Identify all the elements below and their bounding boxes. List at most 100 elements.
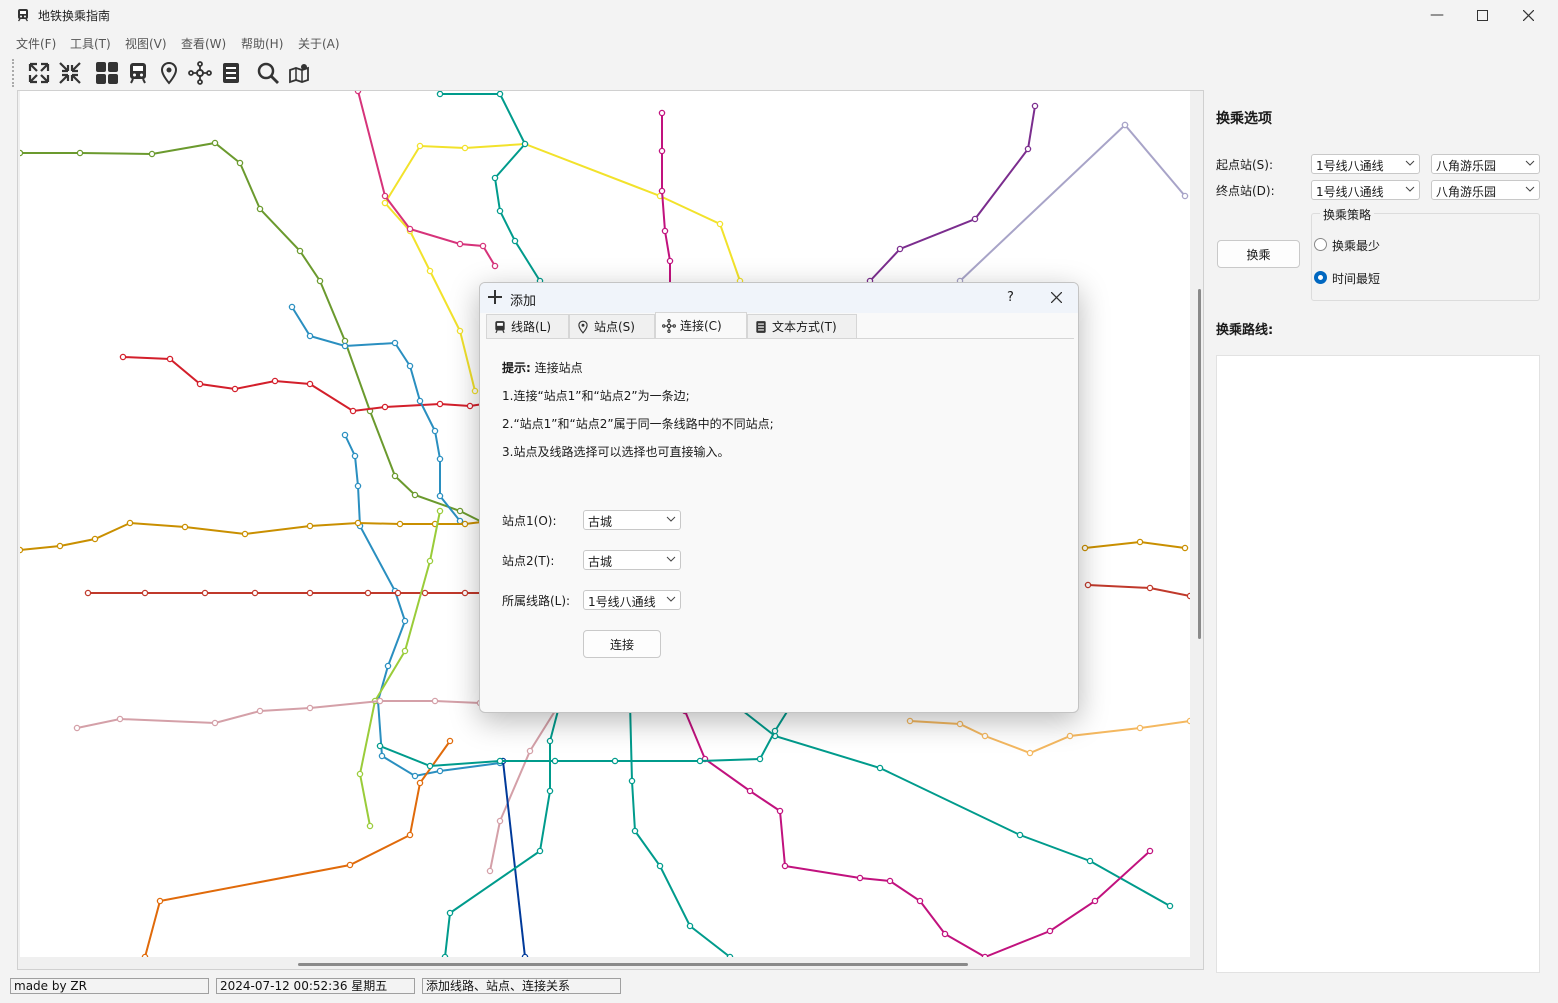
station-marker[interactable] bbox=[436, 400, 444, 408]
station-marker[interactable] bbox=[491, 262, 499, 270]
station-marker[interactable] bbox=[496, 757, 504, 765]
map-horizontal-scrollbar[interactable] bbox=[18, 959, 1194, 967]
zoom-in-button[interactable] bbox=[24, 58, 54, 88]
station-marker[interactable] bbox=[658, 147, 666, 155]
station-marker[interactable] bbox=[456, 517, 464, 525]
station-marker[interactable] bbox=[181, 523, 189, 531]
station-marker[interactable] bbox=[886, 877, 894, 885]
station2-select[interactable]: 古城 bbox=[583, 550, 681, 570]
station-marker[interactable] bbox=[56, 542, 64, 550]
station-marker[interactable] bbox=[436, 767, 444, 775]
station-marker[interactable] bbox=[354, 482, 362, 490]
menu-inspect[interactable]: 查看(W) bbox=[181, 35, 226, 52]
station-marker[interactable] bbox=[341, 431, 349, 439]
station-marker[interactable] bbox=[141, 589, 149, 597]
station-marker[interactable] bbox=[658, 187, 666, 195]
station-marker[interactable] bbox=[306, 380, 314, 388]
station-marker[interactable] bbox=[271, 377, 279, 385]
station-marker[interactable] bbox=[1121, 121, 1129, 129]
station-marker[interactable] bbox=[416, 397, 424, 405]
station-marker[interactable] bbox=[546, 787, 554, 795]
station-marker[interactable] bbox=[391, 472, 399, 480]
search-button[interactable] bbox=[253, 58, 283, 88]
station-marker[interactable] bbox=[411, 491, 419, 499]
station-marker[interactable] bbox=[1186, 592, 1190, 600]
station-marker[interactable] bbox=[84, 589, 92, 597]
station-marker[interactable] bbox=[364, 589, 372, 597]
station-marker[interactable] bbox=[406, 831, 414, 839]
station-marker[interactable] bbox=[1166, 902, 1174, 910]
station-marker[interactable] bbox=[1031, 102, 1039, 110]
close-button[interactable] bbox=[1505, 0, 1551, 30]
station-marker[interactable] bbox=[316, 277, 324, 285]
station-marker[interactable] bbox=[471, 387, 479, 395]
station-marker[interactable] bbox=[119, 353, 127, 361]
add-line-button[interactable] bbox=[123, 58, 153, 88]
station-marker[interactable] bbox=[1186, 717, 1190, 725]
station-marker[interactable] bbox=[981, 732, 989, 740]
station-marker[interactable] bbox=[776, 807, 784, 815]
station-marker[interactable] bbox=[366, 822, 374, 830]
route-result-box[interactable] bbox=[1216, 355, 1540, 973]
station-marker[interactable] bbox=[1024, 145, 1032, 153]
station-marker[interactable] bbox=[536, 847, 544, 855]
least-transfers-radio[interactable] bbox=[1314, 238, 1327, 251]
station-marker[interactable] bbox=[396, 520, 404, 528]
station-marker[interactable] bbox=[306, 522, 314, 530]
station-marker[interactable] bbox=[1181, 544, 1189, 552]
minimize-button[interactable]: — bbox=[1414, 0, 1460, 30]
line-select[interactable]: 1号线八通线 bbox=[583, 590, 681, 610]
station-marker[interactable] bbox=[551, 757, 559, 765]
station-marker[interactable] bbox=[288, 303, 296, 311]
station-marker[interactable] bbox=[1136, 724, 1144, 732]
station-marker[interactable] bbox=[1136, 538, 1144, 546]
station-marker[interactable] bbox=[341, 342, 349, 350]
station-marker[interactable] bbox=[1046, 927, 1054, 935]
station-marker[interactable] bbox=[256, 707, 264, 715]
menu-file[interactable]: 文件(F) bbox=[16, 35, 56, 52]
station-marker[interactable] bbox=[211, 719, 219, 727]
station-marker[interactable] bbox=[91, 535, 99, 543]
station-marker[interactable] bbox=[1016, 831, 1024, 839]
station-marker[interactable] bbox=[378, 752, 386, 760]
toolbar-grip[interactable] bbox=[12, 59, 16, 87]
station-marker[interactable] bbox=[1086, 857, 1094, 865]
menu-about[interactable]: 关于(A) bbox=[298, 35, 340, 52]
menu-help[interactable]: 帮助(H) bbox=[241, 35, 283, 52]
station-marker[interactable] bbox=[696, 757, 704, 765]
station-marker[interactable] bbox=[296, 247, 304, 255]
station-marker[interactable] bbox=[356, 770, 364, 778]
station-marker[interactable] bbox=[349, 407, 357, 415]
station-marker[interactable] bbox=[521, 953, 529, 957]
add-connection-button[interactable] bbox=[185, 58, 215, 88]
station-marker[interactable] bbox=[716, 220, 724, 228]
station-marker[interactable] bbox=[726, 953, 734, 957]
station-marker[interactable] bbox=[1091, 897, 1099, 905]
station-marker[interactable] bbox=[916, 897, 924, 905]
station-marker[interactable] bbox=[436, 455, 444, 463]
station-marker[interactable] bbox=[956, 720, 964, 728]
close-icon[interactable] bbox=[1051, 292, 1062, 303]
station-marker[interactable] bbox=[401, 647, 409, 655]
station-marker[interactable] bbox=[141, 953, 149, 957]
station-marker[interactable] bbox=[126, 519, 134, 527]
station-marker[interactable] bbox=[666, 257, 674, 265]
station-marker[interactable] bbox=[384, 662, 392, 670]
station-marker[interactable] bbox=[941, 930, 949, 938]
tab-connection[interactable]: 连接(C) bbox=[655, 312, 747, 338]
station-marker[interactable] bbox=[461, 589, 469, 597]
station-marker[interactable] bbox=[421, 589, 429, 597]
tab-text-mode[interactable]: 文本方式(T) bbox=[747, 314, 857, 338]
station-marker[interactable] bbox=[406, 225, 414, 233]
station-marker[interactable] bbox=[971, 215, 979, 223]
station-marker[interactable] bbox=[466, 402, 474, 410]
station-marker[interactable] bbox=[628, 777, 636, 785]
station-marker[interactable] bbox=[231, 385, 239, 393]
station-marker[interactable] bbox=[1026, 749, 1034, 757]
station-marker[interactable] bbox=[401, 617, 409, 625]
station-marker[interactable] bbox=[436, 91, 444, 98]
station-marker[interactable] bbox=[76, 149, 84, 157]
station-marker[interactable] bbox=[306, 704, 314, 712]
map-button[interactable] bbox=[284, 58, 314, 88]
station-marker[interactable] bbox=[1181, 192, 1189, 200]
